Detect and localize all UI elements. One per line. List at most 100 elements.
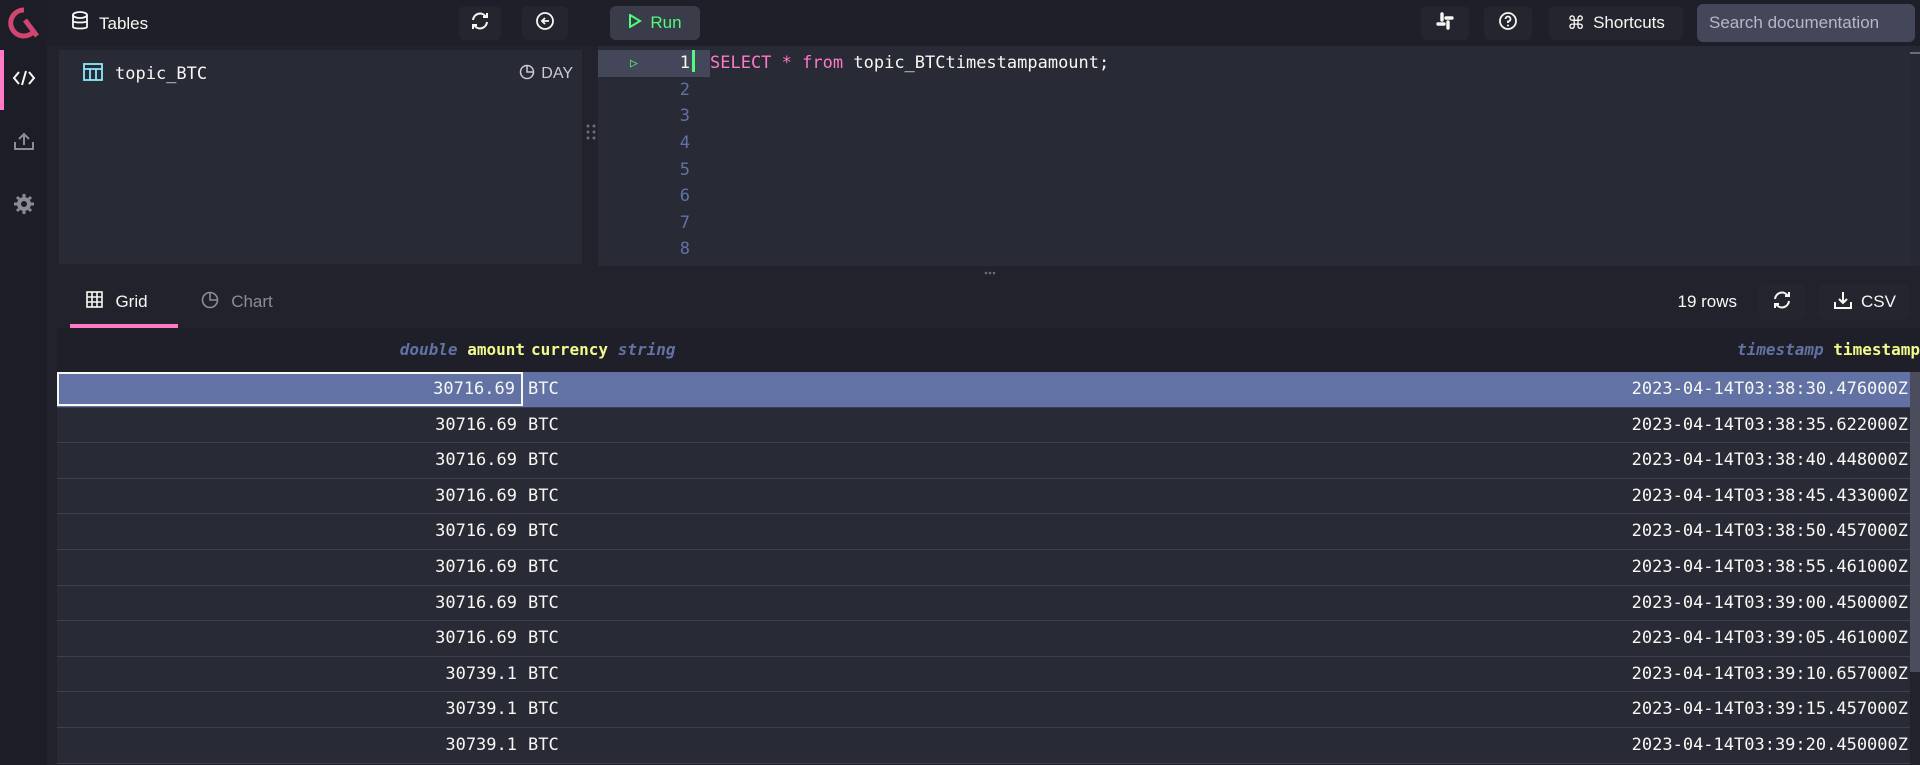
refresh-tables-button[interactable] (459, 6, 501, 40)
grid-scrollbar[interactable] (1910, 372, 1920, 672)
cell-currency[interactable]: BTC (528, 443, 559, 477)
cell-timestamp[interactable]: 2023-04-14T03:39:15.457000Z (1632, 692, 1908, 726)
horizontal-splitter[interactable] (983, 266, 997, 279)
cell-currency[interactable]: BTC (528, 479, 559, 513)
result-tabs: Grid Chart (57, 276, 297, 328)
app: Tables Run ⌘ Shortcuts Search documentat… (0, 0, 1920, 765)
cell-currency[interactable]: BTC (528, 692, 559, 726)
rail-item-import[interactable] (0, 113, 47, 173)
cell-amount[interactable]: 30716.69 (57, 479, 523, 513)
questdb-logo[interactable] (0, 0, 47, 45)
code-icon (12, 68, 36, 93)
help-button[interactable] (1484, 6, 1532, 40)
column-header-timestamp[interactable]: timestamp timestamp (1737, 340, 1920, 359)
table-row[interactable]: 30716.69 BTC 2023-04-14T03:39:00.450000Z (57, 585, 1910, 622)
cell-timestamp[interactable]: 2023-04-14T03:39:20.450000Z (1632, 728, 1908, 762)
tab-chart[interactable]: Chart (177, 276, 297, 328)
rail-item-code[interactable] (0, 50, 47, 110)
download-icon (1833, 290, 1853, 315)
cell-amount[interactable]: 30716.69 (57, 408, 523, 442)
table-row[interactable]: 30716.69 BTC 2023-04-14T03:38:35.622000Z (57, 407, 1910, 444)
table-item[interactable]: topic_BTC DAY (83, 62, 573, 86)
cell-timestamp[interactable]: 2023-04-14T03:38:55.461000Z (1632, 550, 1908, 584)
partition-badge: DAY (519, 64, 573, 85)
shortcuts-button[interactable]: ⌘ Shortcuts (1549, 6, 1683, 40)
slack-button[interactable] (1421, 6, 1469, 40)
cell-currency[interactable]: BTC (528, 621, 559, 655)
column-header-amount[interactable]: double amount (400, 340, 525, 359)
line-number: 5 (679, 159, 690, 180)
cell-timestamp[interactable]: 2023-04-14T03:38:30.476000Z (1632, 372, 1908, 406)
pie-chart-icon (201, 291, 219, 314)
tables-header: Tables (71, 11, 148, 36)
cell-timestamp[interactable]: 2023-04-14T03:38:40.448000Z (1632, 443, 1908, 477)
refresh-results-button[interactable] (1759, 284, 1806, 320)
cell-currency[interactable]: BTC (528, 550, 559, 584)
table-row[interactable]: 30716.69 BTC 2023-04-14T03:38:45.433000Z (57, 478, 1910, 515)
run-button[interactable]: Run (610, 6, 700, 40)
table-row[interactable]: 30739.1 BTC 2023-04-14T03:39:15.457000Z (57, 692, 1910, 728)
table-name: topic_BTC (115, 64, 208, 84)
cell-amount[interactable]: 30716.69 (57, 550, 523, 584)
table-row[interactable]: 30716.69 BTC 2023-04-14T03:38:50.457000Z (57, 514, 1910, 550)
cell-amount[interactable]: 30739.1 (57, 728, 523, 762)
table-row[interactable]: 30716.69 BTC 2023-04-14T03:39:05.461000Z (57, 621, 1910, 657)
cell-currency[interactable]: BTC (528, 586, 559, 620)
sql-editor[interactable]: ▷ 1 2 3 4 5 6 7 8 SELECT * from topic_BT… (598, 46, 1920, 266)
download-csv-button[interactable]: CSV (1819, 284, 1910, 320)
table-row[interactable]: 30716.69 BTC 2023-04-14T03:38:40.448000Z (57, 443, 1910, 479)
cell-amount[interactable]: 30716.69 (57, 372, 523, 406)
cell-amount[interactable]: 30716.69 (57, 586, 523, 620)
tab-grid[interactable]: Grid (57, 276, 178, 328)
command-icon: ⌘ (1567, 12, 1586, 33)
cell-amount[interactable]: 30716.69 (57, 514, 523, 548)
editor-scroll-thumb[interactable] (1910, 52, 1920, 54)
table-row[interactable]: 30716.69 BTC 2023-04-14T03:38:30.476000Z (57, 372, 1910, 408)
column-header-currency[interactable]: currency string (531, 340, 676, 359)
collapse-panel-button[interactable] (522, 6, 568, 40)
cell-amount[interactable]: 30716.69 (57, 443, 523, 477)
cell-currency[interactable]: BTC (528, 408, 559, 442)
run-label: Run (650, 13, 682, 32)
column-name: amount (467, 340, 525, 359)
cell-timestamp[interactable]: 2023-04-14T03:38:45.433000Z (1632, 479, 1908, 513)
table-row[interactable]: 30716.69 BTC 2023-04-14T03:38:55.461000Z (57, 549, 1910, 586)
cell-timestamp[interactable]: 2023-04-14T03:39:00.450000Z (1632, 586, 1908, 620)
cell-timestamp[interactable]: 2023-04-14T03:39:10.657000Z (1632, 657, 1908, 691)
help-icon (1498, 11, 1518, 36)
column-type: timestamp (1736, 340, 1824, 359)
rail-item-settings[interactable] (0, 176, 47, 236)
code-line[interactable]: SELECT * from topic_BTCtimestampamount; (710, 50, 1109, 76)
search-documentation-input[interactable]: Search documentation (1697, 4, 1915, 42)
line-number: 4 (679, 133, 690, 154)
play-icon (628, 13, 643, 33)
pie-chart-icon (519, 64, 535, 85)
gear-icon (13, 193, 35, 220)
refresh-icon (1772, 290, 1792, 315)
shortcuts-label: Shortcuts (1593, 13, 1665, 32)
line-number: 2 (679, 79, 690, 100)
cell-currency[interactable]: BTC (528, 514, 559, 548)
line-gutter: ▷ 1 2 3 4 5 6 7 8 (598, 50, 710, 263)
run-line-icon[interactable]: ▷ (630, 56, 638, 71)
cell-timestamp[interactable]: 2023-04-14T03:38:35.622000Z (1632, 408, 1908, 442)
column-name: timestamp (1833, 340, 1920, 359)
cell-timestamp[interactable]: 2023-04-14T03:38:50.457000Z (1632, 514, 1908, 548)
cell-currency[interactable]: BTC (528, 372, 559, 406)
cell-amount[interactable]: 30739.1 (57, 657, 523, 691)
table-row[interactable]: 30739.1 BTC 2023-04-14T03:39:20.450000Z (57, 727, 1910, 764)
table-row[interactable]: 30739.1 BTC 2023-04-14T03:39:10.657000Z (57, 656, 1910, 693)
left-rail (0, 0, 47, 765)
arrow-left-circle-icon (535, 11, 555, 36)
cell-currency[interactable]: BTC (528, 657, 559, 691)
vertical-splitter[interactable] (584, 120, 598, 144)
database-icon (71, 11, 89, 36)
editor-scrollbar[interactable] (1910, 46, 1920, 266)
results-panel: Grid Chart 19 rows CSV double amount cur… (57, 276, 1920, 765)
cell-timestamp[interactable]: 2023-04-14T03:39:05.461000Z (1632, 621, 1908, 655)
grid-header: double amount currency string timestamp … (57, 328, 1920, 372)
top-bar: Tables Run ⌘ Shortcuts Search documentat… (47, 0, 1920, 46)
cell-amount[interactable]: 30716.69 (57, 621, 523, 655)
cell-currency[interactable]: BTC (528, 728, 559, 762)
cell-amount[interactable]: 30739.1 (57, 692, 523, 726)
